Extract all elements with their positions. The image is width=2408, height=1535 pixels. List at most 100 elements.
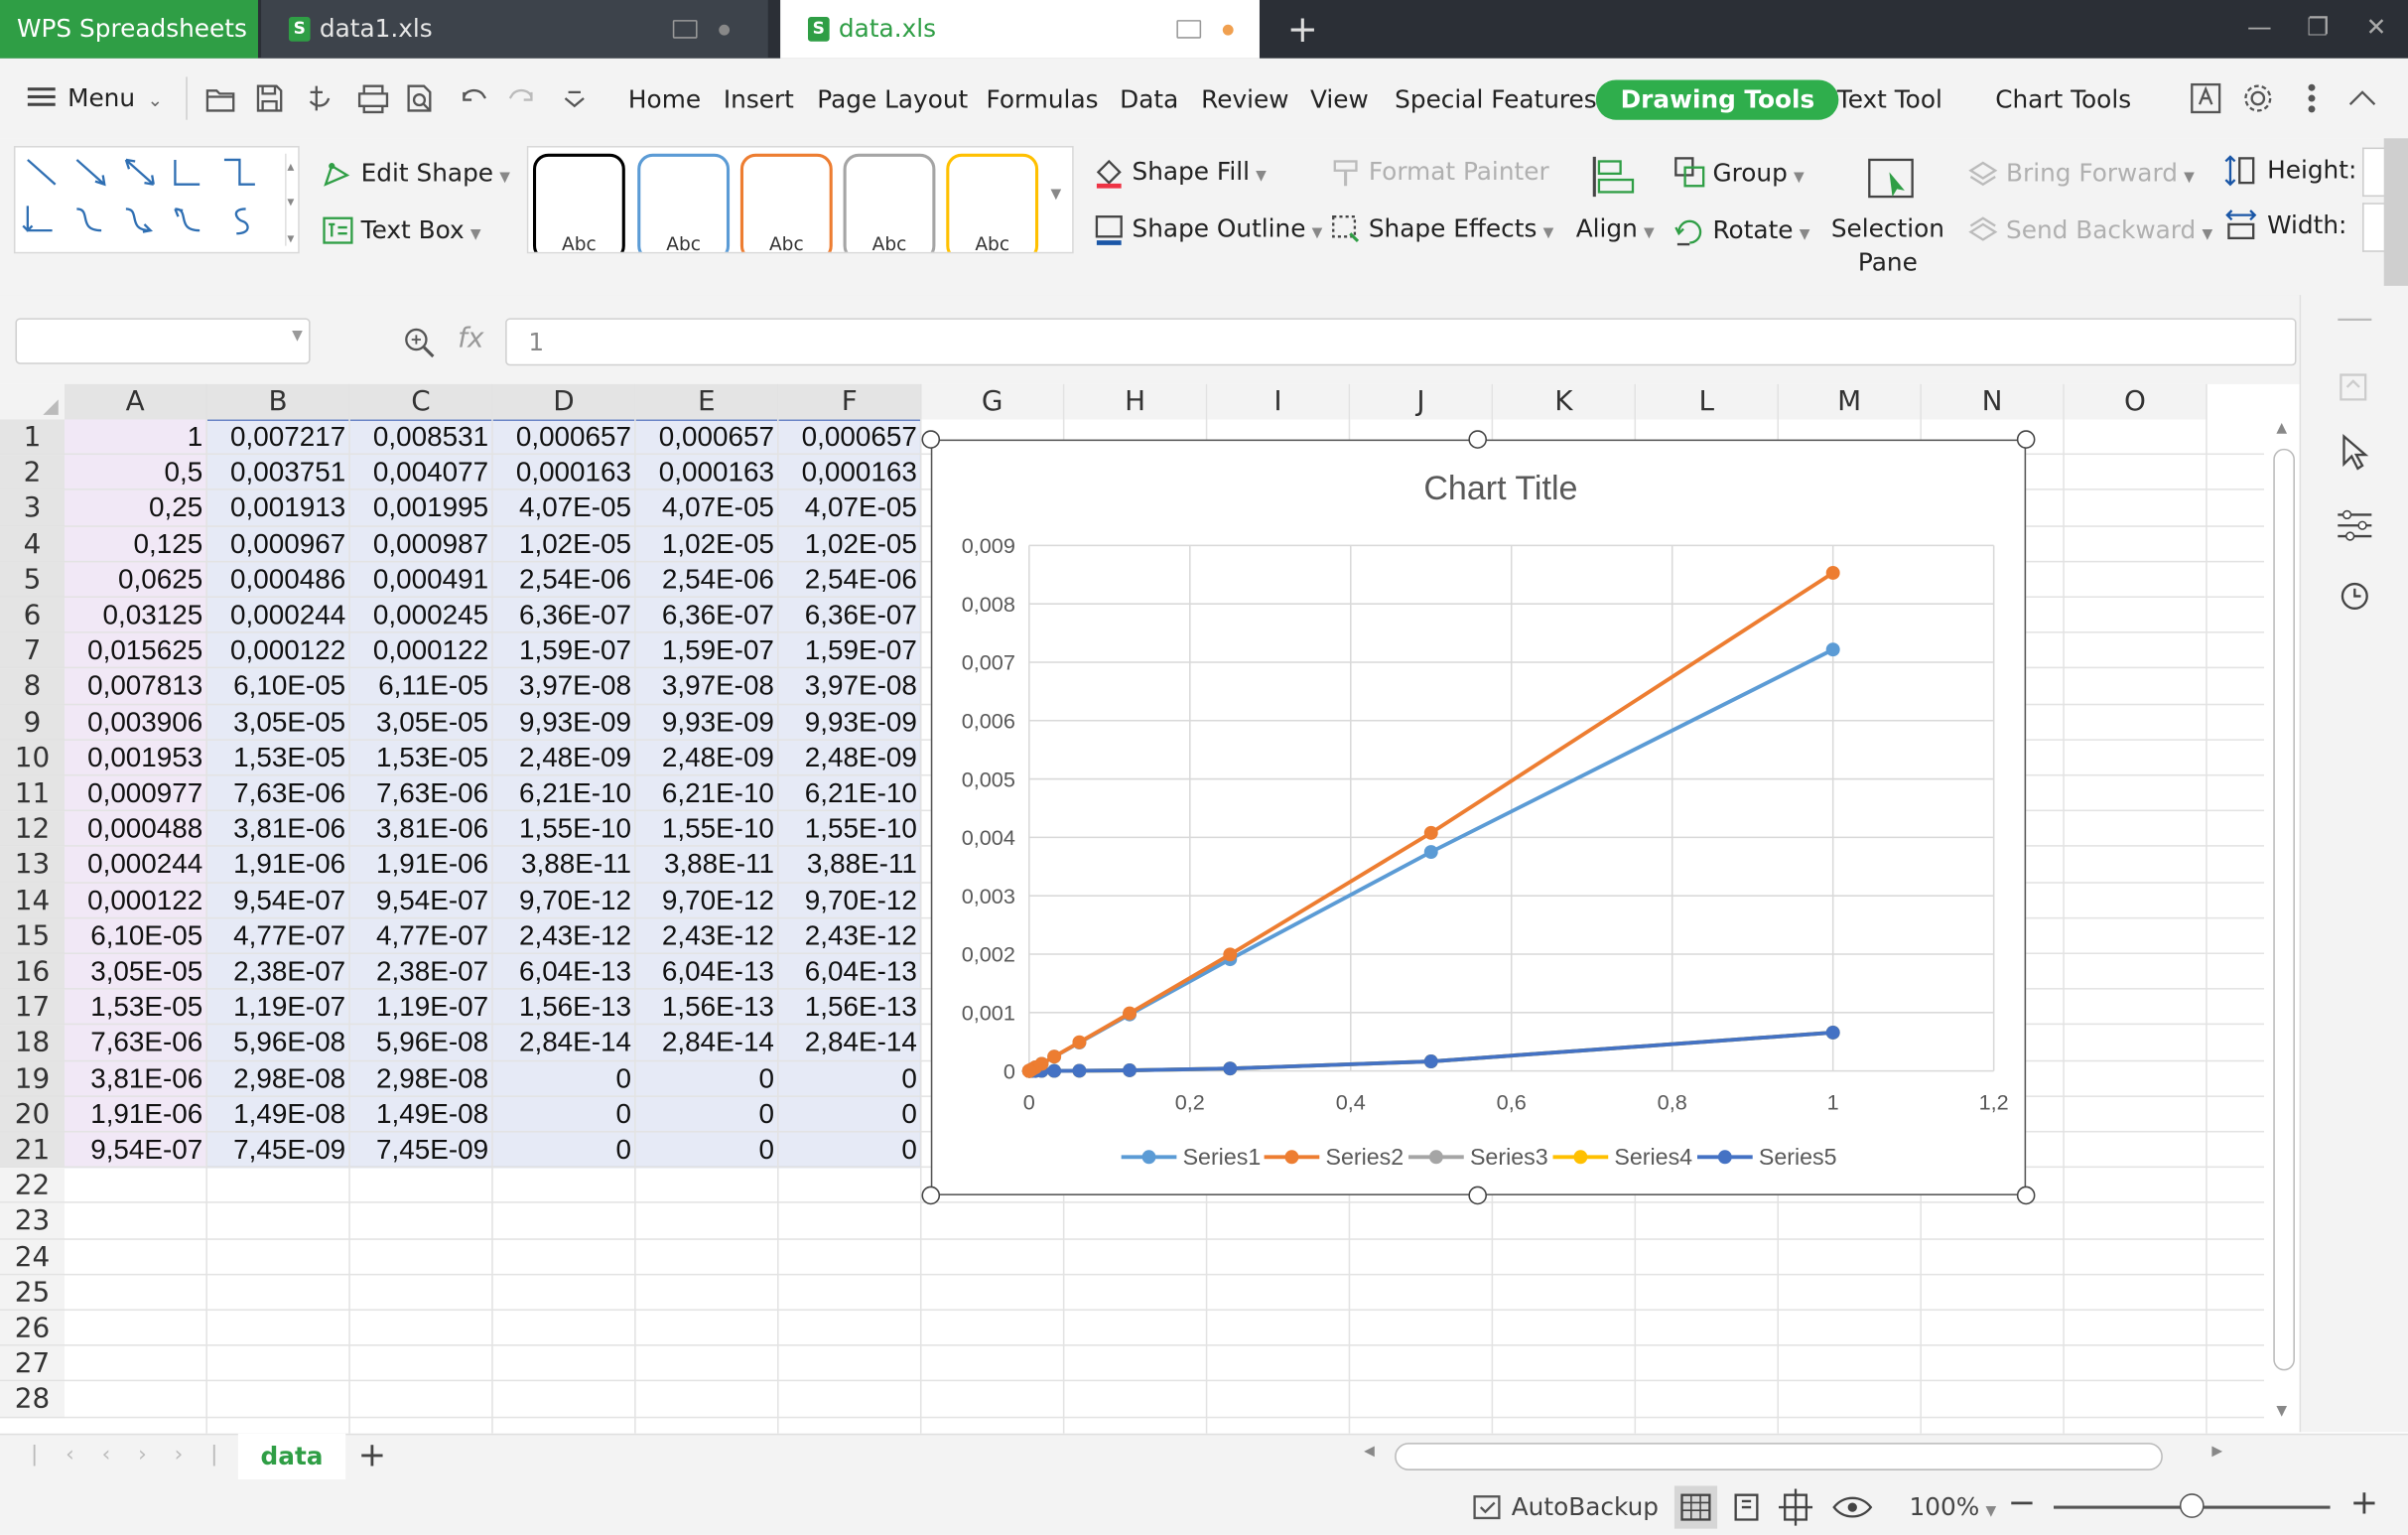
- zoom-out-icon[interactable]: −: [2008, 1484, 2037, 1523]
- table-cell[interactable]: 3,05E-05: [65, 954, 207, 990]
- row-header[interactable]: 6: [0, 597, 65, 633]
- row-header[interactable]: 10: [0, 740, 65, 776]
- style-preset-1[interactable]: Abc: [532, 153, 625, 252]
- tab-view[interactable]: View: [1310, 79, 1369, 119]
- format-painter-button[interactable]: Format Painter: [1369, 155, 1549, 189]
- horizontal-scroll-thumb[interactable]: [1395, 1443, 2163, 1470]
- table-cell[interactable]: 2,38E-07: [350, 954, 493, 990]
- scroll-up-icon[interactable]: ▲: [2276, 421, 2287, 436]
- column-header[interactable]: M: [1779, 383, 1922, 420]
- table-cell[interactable]: 0,015625: [65, 633, 207, 669]
- name-box[interactable]: ▼: [15, 318, 311, 364]
- table-cell[interactable]: 2,84E-14: [636, 1026, 779, 1061]
- table-cell[interactable]: 0: [636, 1097, 779, 1133]
- table-cell[interactable]: 9,93E-09: [636, 705, 779, 741]
- table-cell[interactable]: 1,59E-07: [493, 633, 636, 669]
- row-header[interactable]: 2: [0, 455, 65, 491]
- row-header[interactable]: 11: [0, 775, 65, 812]
- table-cell[interactable]: 0,000163: [779, 455, 922, 490]
- row-header[interactable]: 20: [0, 1096, 65, 1133]
- table-cell[interactable]: 7,63E-06: [65, 1026, 207, 1061]
- app-home-tab[interactable]: WPS Spreadsheets: [0, 0, 258, 59]
- table-cell[interactable]: 2,84E-14: [779, 1026, 922, 1061]
- table-cell[interactable]: 0,5: [65, 455, 207, 490]
- table-cell[interactable]: 7,63E-06: [350, 775, 493, 811]
- table-cell[interactable]: 1,91E-06: [350, 847, 493, 883]
- row-header[interactable]: 14: [0, 883, 65, 919]
- table-cell[interactable]: 1,53E-05: [350, 741, 493, 776]
- close-icon[interactable]: ✕: [2359, 9, 2393, 46]
- rotate-button[interactable]: Rotate ▼: [1712, 213, 1809, 252]
- row-header[interactable]: 15: [0, 918, 65, 954]
- table-cell[interactable]: 0,000244: [65, 847, 207, 883]
- table-cell[interactable]: 9,70E-12: [636, 883, 779, 918]
- table-cell[interactable]: 9,93E-09: [493, 705, 636, 741]
- resize-handle-se[interactable]: [2016, 1186, 2036, 1205]
- table-cell[interactable]: 6,36E-07: [779, 598, 922, 633]
- table-cell[interactable]: 0,03125: [65, 598, 207, 633]
- table-cell[interactable]: 3,05E-05: [207, 705, 350, 741]
- table-cell[interactable]: 1,19E-07: [207, 990, 350, 1026]
- tab-data[interactable]: Data: [1120, 79, 1178, 119]
- table-cell[interactable]: 0,003751: [207, 455, 350, 490]
- style-preset-2[interactable]: Abc: [637, 153, 731, 252]
- table-cell[interactable]: 1,02E-05: [493, 526, 636, 562]
- table-cell[interactable]: 3,88E-11: [779, 847, 922, 883]
- table-cell[interactable]: 3,81E-06: [207, 811, 350, 847]
- table-cell[interactable]: 2,43E-12: [636, 918, 779, 954]
- scroll-left-icon[interactable]: ◀: [1364, 1445, 1375, 1460]
- table-cell[interactable]: 9,54E-07: [350, 883, 493, 918]
- table-cell[interactable]: 6,21E-10: [779, 775, 922, 811]
- shape-effects-button[interactable]: Shape Effects ▼: [1369, 212, 1553, 251]
- chart-object[interactable]: Chart Title 0 0,2 0,4 0,6 0,8 1 1,2 0 0,001 0,002 0…: [930, 439, 2027, 1195]
- table-cell[interactable]: 2,98E-08: [207, 1061, 350, 1097]
- row-header[interactable]: 19: [0, 1060, 65, 1097]
- select-all-corner[interactable]: [0, 383, 65, 420]
- row-header[interactable]: 22: [0, 1168, 65, 1204]
- table-cell[interactable]: 2,38E-07: [207, 954, 350, 990]
- vertical-scroll-thumb[interactable]: [2273, 448, 2295, 1371]
- table-cell[interactable]: 5,96E-08: [350, 1026, 493, 1061]
- table-cell[interactable]: 6,04E-13: [636, 954, 779, 990]
- table-cell[interactable]: 9,70E-12: [779, 883, 922, 918]
- table-cell[interactable]: 0,000657: [493, 419, 636, 455]
- table-cell[interactable]: 1,59E-07: [636, 633, 779, 669]
- column-header[interactable]: C: [349, 383, 493, 420]
- style-preset-4[interactable]: Abc: [843, 153, 936, 252]
- row-header[interactable]: 3: [0, 490, 65, 527]
- row-header[interactable]: 4: [0, 526, 65, 563]
- row-header[interactable]: 21: [0, 1132, 65, 1169]
- table-cell[interactable]: 2,48E-09: [636, 741, 779, 776]
- table-cell[interactable]: 0,000657: [636, 419, 779, 455]
- table-cell[interactable]: 0,000987: [350, 526, 493, 562]
- doc-tab-data1[interactable]: S data1.xls: [261, 0, 768, 59]
- column-header[interactable]: O: [2064, 383, 2207, 420]
- table-cell[interactable]: 1,55E-10: [779, 811, 922, 847]
- table-cell[interactable]: 2,98E-08: [350, 1061, 493, 1097]
- group-button[interactable]: Group ▼: [1712, 157, 1804, 196]
- table-cell[interactable]: 5,96E-08: [207, 1026, 350, 1061]
- new-tab-plus-icon[interactable]: +: [1284, 6, 1321, 52]
- line-shapes-gallery[interactable]: ▴ ▾ ▾: [13, 146, 300, 254]
- table-cell[interactable]: 6,36E-07: [636, 598, 779, 633]
- table-cell[interactable]: 6,10E-05: [207, 669, 350, 705]
- tab-chart-tools[interactable]: Chart Tools: [1995, 79, 2131, 119]
- add-sheet-icon[interactable]: +: [358, 1435, 387, 1477]
- table-cell[interactable]: 0,004077: [350, 455, 493, 490]
- column-header[interactable]: D: [492, 383, 636, 420]
- table-cell[interactable]: 7,63E-06: [207, 775, 350, 811]
- autobackup-button[interactable]: AutoBackup: [1512, 1479, 1659, 1535]
- table-cell[interactable]: 1: [65, 419, 207, 455]
- tab-insert[interactable]: Insert: [724, 79, 794, 119]
- row-header[interactable]: 7: [0, 632, 65, 669]
- bring-forward-button[interactable]: Bring Forward ▼: [2006, 157, 2195, 196]
- column-header[interactable]: F: [778, 383, 922, 420]
- row-header[interactable]: 8: [0, 668, 65, 705]
- table-cell[interactable]: 3,05E-05: [350, 705, 493, 741]
- table-cell[interactable]: 0,000488: [65, 811, 207, 847]
- table-cell[interactable]: 2,54E-06: [779, 562, 922, 598]
- tab-home[interactable]: Home: [628, 79, 701, 119]
- table-cell[interactable]: 0,000967: [207, 526, 350, 562]
- table-cell[interactable]: 0,008531: [350, 419, 493, 455]
- table-cell[interactable]: 0,000163: [636, 455, 779, 490]
